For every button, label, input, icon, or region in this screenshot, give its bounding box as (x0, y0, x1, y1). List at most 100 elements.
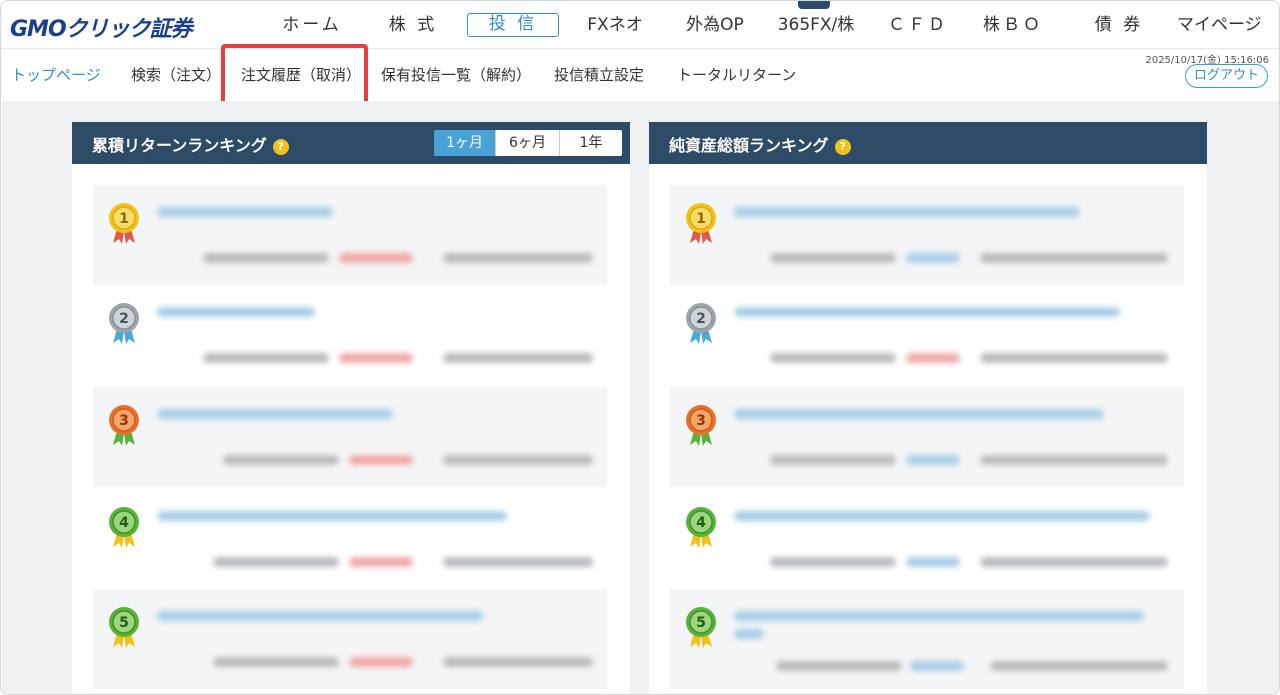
subnav-holdings-list[interactable]: 保有投信一覧（解約） (381, 64, 531, 85)
blurred-value (443, 353, 593, 363)
ranking-row-1[interactable]: 1 (93, 185, 607, 285)
browser-frame: GMOクリック証券 ホーム 株 式 投 信 FXネオ 外為OP 365FX/株 … (0, 0, 1280, 695)
bronze-medal-icon: 3 (109, 405, 139, 446)
ranking-row-4[interactable]: 4 (93, 489, 607, 589)
ranking-row-1[interactable]: 1 (670, 185, 1184, 285)
ranking-row-4[interactable]: 4 (670, 489, 1184, 589)
highlight-annotation (221, 44, 368, 105)
fund-name[interactable] (157, 611, 483, 621)
blurred-value (770, 353, 896, 363)
subnav-search-order[interactable]: 検索（注文） (131, 64, 221, 85)
blurred-value (770, 557, 896, 567)
ranking-row-3[interactable]: 3 (93, 387, 607, 487)
subnav-total-return[interactable]: トータルリターン (677, 64, 796, 85)
fund-name[interactable] (734, 207, 1080, 217)
nav-investment-trust[interactable]: 投 信 (467, 13, 559, 37)
blurred-return (339, 253, 413, 263)
blurred-return (906, 253, 960, 263)
tab-1-year[interactable]: 1年 (560, 130, 622, 156)
nav-365fx[interactable]: 365FX/株 (773, 13, 859, 37)
ranking-row-3[interactable]: 3 (670, 387, 1184, 487)
rank-number: 2 (119, 311, 129, 327)
blurred-value (203, 253, 329, 263)
fund-name[interactable] (734, 611, 1144, 621)
blurred-value (443, 557, 593, 567)
blurred-return (906, 353, 960, 363)
blurred-return (339, 353, 413, 363)
silver-medal-icon: 2 (686, 303, 716, 344)
nav-stocks[interactable]: 株 式 (385, 13, 441, 37)
blurred-value (443, 455, 593, 465)
nav-fx-neo[interactable]: FXネオ (581, 13, 649, 37)
fund-name[interactable] (734, 409, 1104, 419)
blurred-value (770, 455, 896, 465)
rank-number: 4 (696, 515, 706, 531)
ranking-row-2[interactable]: 2 (670, 285, 1184, 385)
rank-number: 3 (119, 413, 129, 429)
blurred-value (980, 353, 1168, 363)
blurred-value (203, 353, 329, 363)
top-navigation: GMOクリック証券 ホーム 株 式 投 信 FXネオ 外為OP 365FX/株 … (1, 1, 1279, 49)
blurred-return (349, 657, 413, 667)
green-medal-icon: 4 (686, 507, 716, 548)
gold-medal-icon: 1 (109, 203, 139, 244)
logout-button[interactable]: ログアウト (1185, 64, 1268, 88)
fund-name[interactable] (157, 307, 315, 317)
green-medal-icon: 5 (686, 607, 716, 648)
blurred-return (906, 557, 960, 567)
blurred-return (349, 557, 413, 567)
silver-medal-icon: 2 (109, 303, 139, 344)
nav-bonds[interactable]: 債 券 (1091, 13, 1147, 37)
tab-6-months[interactable]: 6ヶ月 (496, 130, 560, 156)
help-icon[interactable]: ? (272, 138, 289, 155)
subnav-top-page[interactable]: トップページ (11, 64, 101, 85)
fund-name[interactable] (734, 307, 1120, 317)
green-medal-icon: 4 (109, 507, 139, 548)
blurred-value (980, 253, 1168, 263)
rank-number: 3 (696, 413, 706, 429)
blurred-return (910, 661, 964, 671)
nav-fx-option[interactable]: 外為OP (681, 13, 749, 37)
fund-name[interactable] (157, 207, 333, 217)
subnav-accumulation-settings[interactable]: 投信積立設定 (554, 64, 644, 85)
blurred-value (443, 253, 593, 263)
cumulative-return-ranking-panel: 累積リターンランキング? 1ヶ月 6ヶ月 1年 1 2 3 4 5 (72, 122, 630, 694)
rank-number: 1 (696, 211, 706, 227)
blurred-value (213, 557, 339, 567)
rank-number: 1 (119, 211, 129, 227)
fund-name-continued[interactable] (734, 629, 764, 639)
nav-home[interactable]: ホーム (280, 13, 344, 37)
fund-name[interactable] (157, 409, 393, 419)
panel-title: 累積リターンランキング? (92, 132, 289, 156)
blurred-return (906, 455, 960, 465)
tab-1-month[interactable]: 1ヶ月 (434, 130, 496, 156)
ranking-row-5[interactable]: 5 (93, 589, 607, 689)
blurred-value (770, 253, 896, 263)
ranking-row-2[interactable]: 2 (93, 285, 607, 385)
nav-cfd[interactable]: ＣＦＤ (885, 13, 951, 37)
nav-mypage[interactable]: マイページ (1177, 13, 1262, 37)
blurred-value (213, 657, 339, 667)
blurred-value (980, 455, 1168, 465)
rank-number: 5 (696, 615, 706, 631)
help-icon[interactable]: ? (834, 138, 851, 155)
blurred-value (990, 661, 1168, 671)
blurred-value (776, 661, 902, 671)
rank-number: 4 (119, 515, 129, 531)
gold-medal-icon: 1 (686, 203, 716, 244)
panel-header: 純資産総額ランキング? (649, 122, 1207, 164)
panel-title-text: 純資産総額ランキング (669, 136, 829, 155)
nav-stock-bo[interactable]: 株ＢＯ (977, 13, 1049, 37)
blurred-value (443, 657, 593, 667)
panel-header: 累積リターンランキング? 1ヶ月 6ヶ月 1年 (72, 122, 630, 164)
green-medal-icon: 5 (109, 607, 139, 648)
brand-logo[interactable]: GMOクリック証券 (10, 11, 193, 42)
blurred-return (349, 455, 413, 465)
fund-name[interactable] (734, 511, 1150, 521)
period-tabs: 1ヶ月 6ヶ月 1年 (434, 130, 622, 156)
rank-number: 2 (696, 311, 706, 327)
ranking-row-5[interactable]: 5 (670, 589, 1184, 689)
bronze-medal-icon: 3 (686, 405, 716, 446)
fund-name[interactable] (157, 511, 507, 521)
new-badge (798, 1, 830, 9)
